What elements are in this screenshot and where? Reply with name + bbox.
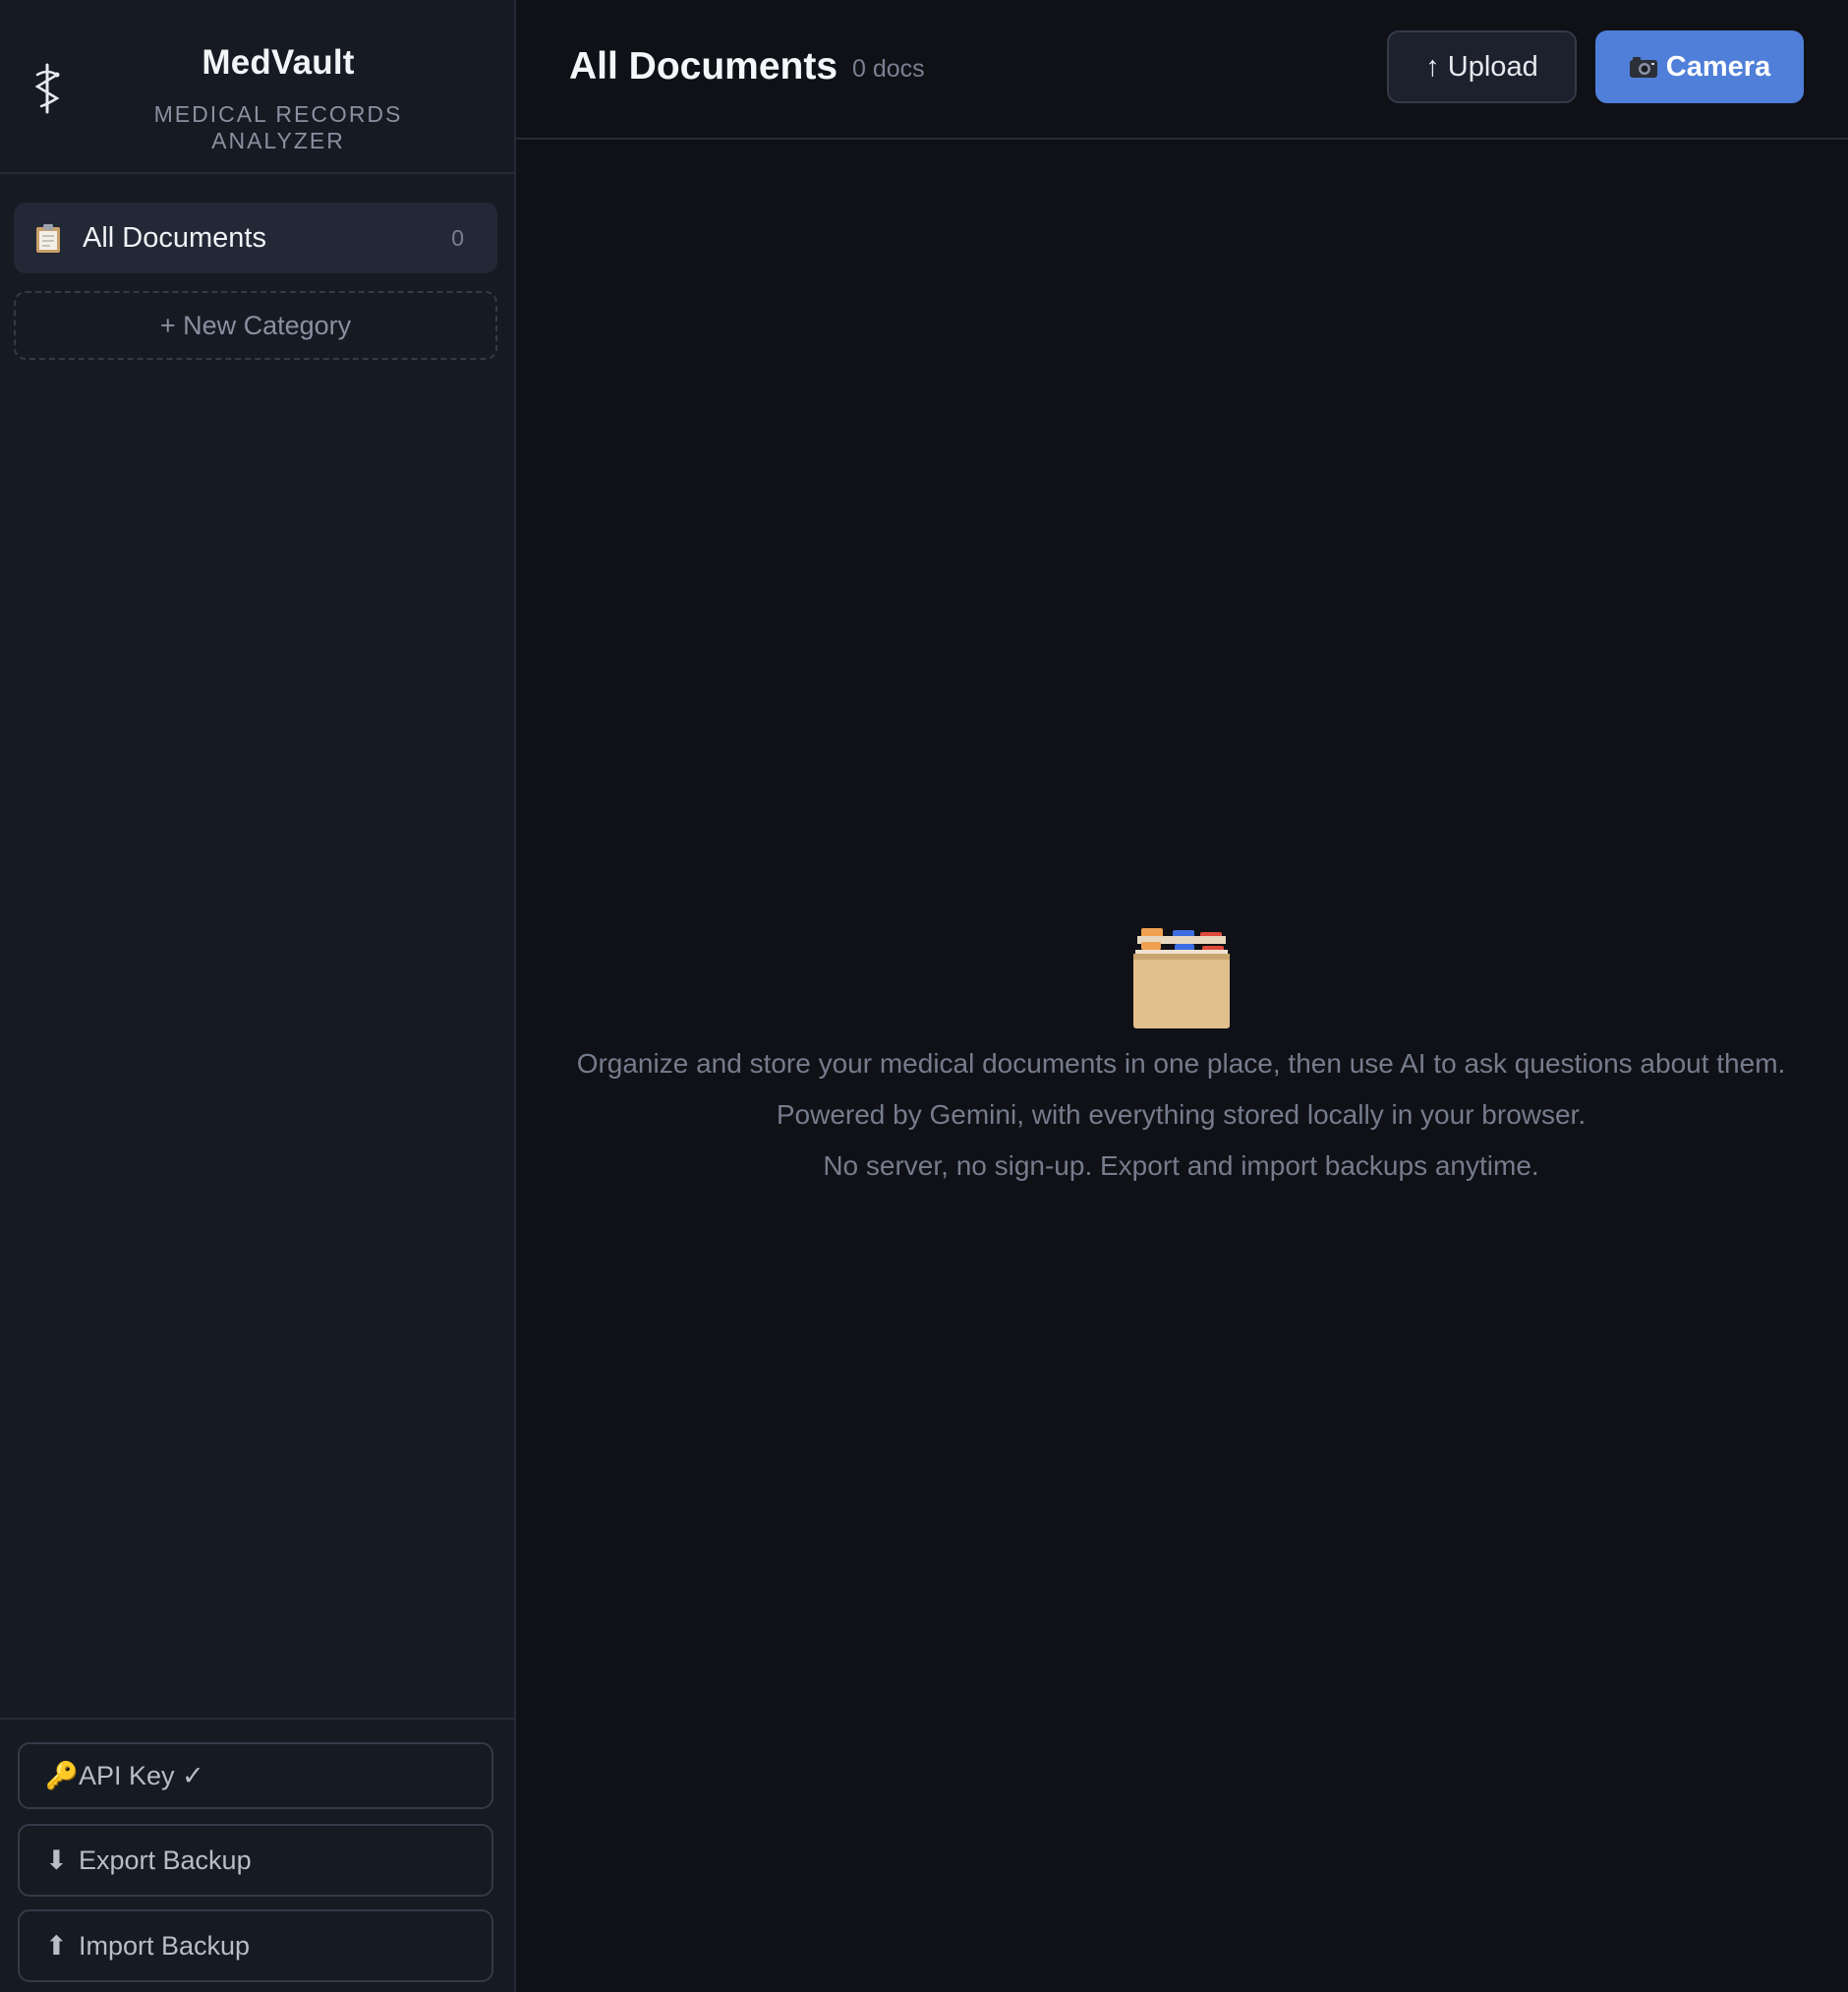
export-backup-label: Export Backup <box>79 1845 252 1875</box>
sidebar-item-all-documents[interactable]: All Documents 0 <box>14 203 497 273</box>
upload-arrow-icon: ↑ <box>1425 50 1440 83</box>
app-subtitle: MEDICAL RECORDS ANALYZER <box>153 101 403 153</box>
key-icon: 🔑 <box>45 1761 79 1790</box>
api-key-label: API Key ✓ <box>79 1760 204 1790</box>
new-category-button[interactable]: + New Category <box>14 291 497 360</box>
empty-state: Organize and store your medical document… <box>516 924 1846 1192</box>
empty-state-line-3: No server, no sign-up. Export and import… <box>823 1150 1539 1181</box>
export-backup-button[interactable]: ⬇ Export Backup <box>18 1824 493 1897</box>
clipboard-icon <box>36 224 60 253</box>
top-bar: All Documents 0 docs ↑ Upload Camera <box>516 0 1848 140</box>
main-content: All Documents 0 docs ↑ Upload Camera Org… <box>516 0 1848 1992</box>
card-file-box-icon <box>1132 928 1230 1028</box>
sidebar: MedVault MEDICAL RECORDS ANALYZER All Do… <box>0 0 516 1992</box>
sidebar-item-count: 0 <box>451 224 464 251</box>
empty-state-line-2: Powered by Gemini, with everything store… <box>776 1099 1587 1130</box>
app-title: MedVault <box>202 43 355 82</box>
camera-icon <box>1629 57 1657 78</box>
brand-header: MedVault MEDICAL RECORDS ANALYZER <box>0 0 514 174</box>
page-title: All Documents <box>569 45 838 88</box>
upload-button[interactable]: ↑ Upload <box>1387 30 1577 103</box>
api-key-button[interactable]: 🔑 API Key ✓ <box>18 1742 493 1809</box>
sidebar-item-label: All Documents <box>83 221 266 254</box>
camera-button[interactable]: Camera <box>1595 30 1804 103</box>
camera-label: Camera <box>1665 50 1771 83</box>
app-root: MedVault MEDICAL RECORDS ANALYZER All Do… <box>0 0 1848 1992</box>
upload-arrow-icon: ⬆ <box>45 1930 68 1961</box>
caduceus-icon <box>34 63 60 114</box>
empty-state-line-1: Organize and store your medical document… <box>576 1048 1786 1079</box>
doc-count-badge: 0 docs <box>852 55 925 83</box>
import-backup-label: Import Backup <box>79 1930 251 1961</box>
import-backup-button[interactable]: ⬆ Import Backup <box>18 1909 493 1982</box>
upload-label: Upload <box>1447 50 1538 83</box>
sidebar-footer: 🔑 API Key ✓ ⬇ Export Backup ⬆ Import Bac… <box>0 1718 514 1992</box>
download-arrow-icon: ⬇ <box>45 1845 68 1875</box>
